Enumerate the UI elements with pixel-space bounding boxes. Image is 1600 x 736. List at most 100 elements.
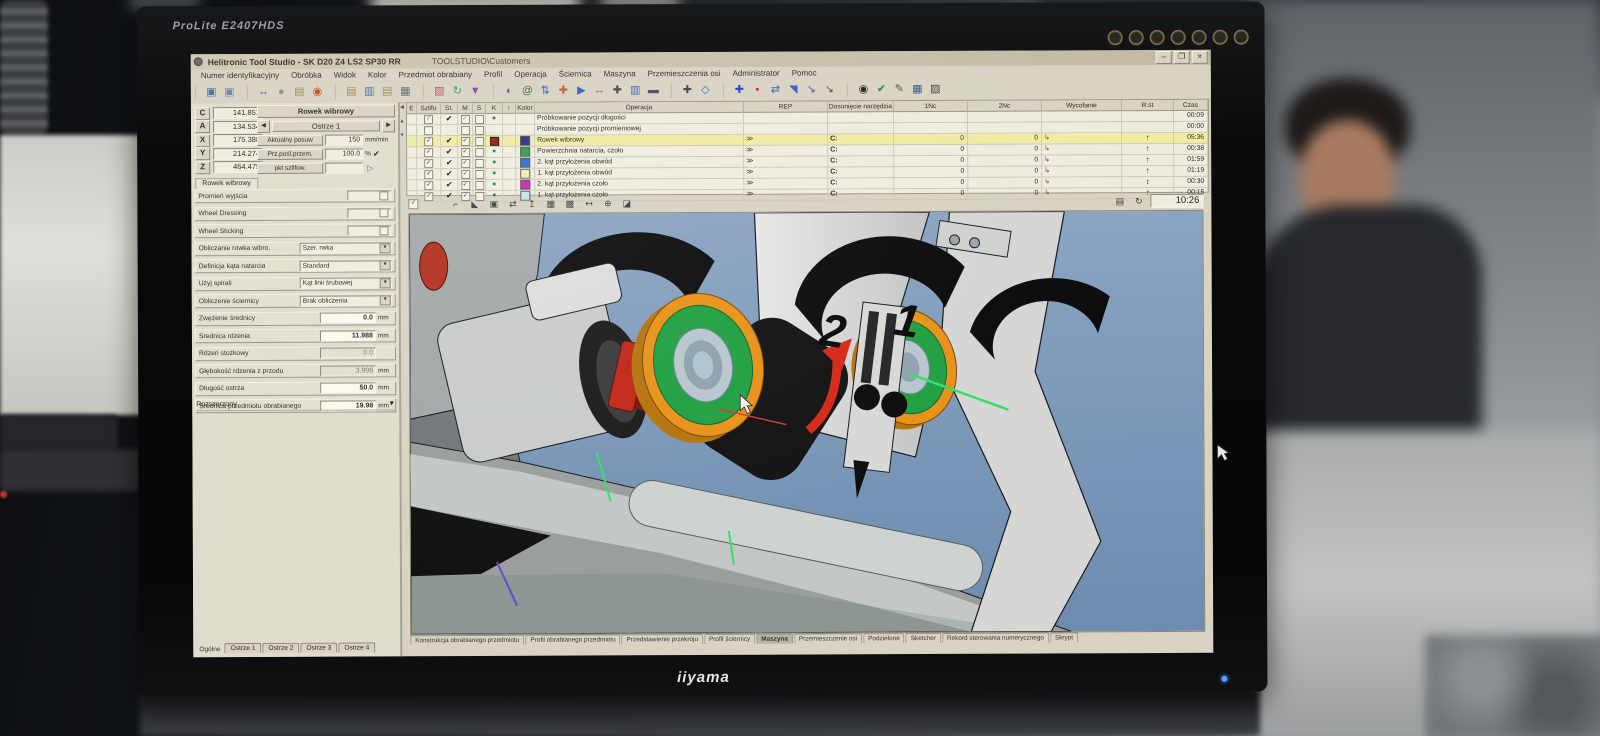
checkbox[interactable]: ✓ (461, 148, 470, 157)
cell-operacja[interactable]: Powierzchnia natarcia, czoło (535, 146, 744, 158)
toolbar-icon[interactable]: ◇ (698, 83, 713, 98)
checkbox[interactable] (474, 114, 483, 123)
toolbar-icon[interactable]: ▣ (222, 85, 237, 100)
checkbox[interactable]: ✓ (424, 181, 433, 190)
toolbar-icon[interactable]: ✚ (556, 84, 571, 99)
cell-operacja[interactable]: Próbkowanie pozycji długości (535, 113, 744, 125)
osd-button[interactable] (1171, 30, 1186, 45)
menu-item-7[interactable]: Ściernica (553, 69, 598, 78)
blade-tab-3[interactable]: Ostrze 3 (300, 643, 337, 653)
play-icon[interactable]: ▷ (367, 163, 373, 172)
toolbar-icon[interactable]: ⇄ (768, 83, 783, 98)
toolbar-icon[interactable]: ▨ (928, 82, 943, 97)
op-row-value[interactable]: 100.0 (325, 148, 363, 159)
osd-button[interactable] (1213, 30, 1228, 45)
checkbox[interactable]: ✓ (424, 148, 433, 157)
numeric-input[interactable]: 0.0 (320, 312, 376, 323)
checkbox[interactable] (475, 180, 484, 189)
viewport-tool-icon-7[interactable]: ↤ (581, 196, 596, 210)
toolbar-icon[interactable]: ✚ (680, 83, 695, 98)
viewport-right-icon-0[interactable]: ▤ (1112, 194, 1127, 208)
toolbar-icon[interactable]: ▤ (380, 84, 395, 99)
blade-tab-2[interactable]: Ostrze 2 (262, 643, 299, 653)
toolbar-icon[interactable]: ↘ (804, 82, 819, 97)
viewport-tool-icon-6[interactable]: ▩ (562, 196, 577, 210)
view-tab-4[interactable]: Maszyna (756, 634, 793, 644)
axis-button-Z[interactable]: Z (195, 161, 210, 174)
cell-s[interactable] (473, 114, 486, 125)
menu-item-5[interactable]: Profil (478, 70, 508, 79)
close-button[interactable]: × (1192, 51, 1208, 64)
checkbox[interactable] (461, 126, 470, 135)
blade-tab-4[interactable]: Ostrze 4 (338, 642, 375, 652)
toolbar-icon[interactable]: ▥ (628, 83, 643, 98)
checkbox[interactable] (475, 147, 484, 156)
toolbar-icon[interactable]: ▧ (432, 84, 447, 99)
blade-prev-button[interactable]: ◀ (257, 120, 270, 133)
op-row-button[interactable]: Prz.pośl.przem. (257, 149, 323, 160)
cell-m[interactable]: ✓ (458, 147, 473, 158)
axis-button-A[interactable]: A (195, 120, 210, 133)
toolbar-icon[interactable]: ◥ (786, 83, 801, 98)
checkbox[interactable] (379, 208, 388, 217)
viewport-checkbox[interactable]: ✓ (408, 199, 418, 209)
cell-szlifo[interactable] (417, 125, 441, 136)
numeric-input[interactable]: 50.0 (320, 382, 376, 393)
axis-button-C[interactable]: C (195, 107, 210, 120)
cell-s[interactable] (473, 158, 486, 169)
checkbox[interactable]: ✓ (424, 137, 433, 146)
checkbox[interactable] (475, 136, 484, 145)
osd-button[interactable] (1150, 30, 1165, 45)
dropdown[interactable]: Szer. rwka▼ (300, 242, 392, 253)
toolbar-icon[interactable]: ✎ (892, 82, 907, 97)
checkbox[interactable]: ✓ (461, 159, 470, 168)
expander-row[interactable]: Rozszerzony ▼ (196, 398, 395, 411)
checkbox[interactable] (379, 226, 388, 235)
checkbox[interactable]: ✓ (461, 170, 470, 179)
dropdown[interactable]: Standard▼ (300, 260, 392, 271)
op-row-button[interactable]: Aktualny posuw (257, 135, 323, 146)
general-tab-label[interactable]: Ogólne (196, 646, 223, 653)
menu-item-9[interactable]: Przemieszczenia osi (642, 69, 727, 78)
cell-s[interactable] (473, 180, 486, 191)
menu-item-4[interactable]: Przedmiot obrabiany (393, 70, 478, 79)
cell-operacja[interactable]: Próbkowanie pozycji promieniowej (535, 124, 744, 136)
checkbox[interactable]: ✓ (424, 159, 433, 168)
axis-button-X[interactable]: X (195, 134, 210, 147)
viewport-right-icon-1[interactable]: ↻ (1131, 194, 1146, 208)
menu-item-3[interactable]: Kolor (362, 70, 393, 79)
toolbar-icon[interactable]: ✔ (874, 82, 889, 97)
checkbox[interactable]: ✓ (424, 115, 433, 124)
toolbar-icon[interactable]: ↔ (256, 85, 271, 100)
toolbar-icon[interactable]: ▪ (750, 83, 765, 98)
viewport-tool-icon-5[interactable]: ▦ (543, 196, 558, 210)
viewport-tool-icon-3[interactable]: ⇄ (505, 196, 520, 210)
toolbar-icon[interactable]: ▼ (468, 84, 483, 99)
cell-operacja[interactable]: 2. kąt przyłożenia czoło (535, 179, 744, 191)
menu-item-1[interactable]: Obróbka (285, 71, 328, 80)
menu-item-0[interactable]: Numer identyfikacyjny (195, 71, 285, 80)
toolbar-icon[interactable]: ▶ (574, 83, 589, 98)
checkbox[interactable]: ✓ (461, 137, 470, 146)
osd-button[interactable] (1129, 30, 1144, 45)
checkbox[interactable]: ✓ (461, 181, 470, 190)
toolbar-icon[interactable]: ◉ (856, 82, 871, 97)
toolbar-icon[interactable]: ✚ (732, 83, 747, 98)
minimize-button[interactable]: – (1156, 51, 1172, 64)
cell-szlifo[interactable]: ✓ (417, 147, 441, 158)
cell-s[interactable] (473, 147, 486, 158)
cell-s[interactable] (473, 136, 486, 147)
view-tab-0[interactable]: Konstrukcja obrabianego przedmiotu (410, 635, 524, 645)
toolbar-icon[interactable]: ✚ (610, 83, 625, 98)
cell-szlifo[interactable]: ✓ (417, 114, 441, 125)
view-tab-2[interactable]: Przedstawienie przekroju (622, 634, 703, 644)
view-tab-1[interactable]: Profil obrabianego przedmiotu (525, 634, 620, 644)
view-tab-5[interactable]: Przemieszczenie osi (794, 633, 862, 643)
menu-item-2[interactable]: Widok (328, 70, 362, 79)
chevron-down-icon[interactable]: ▼ (380, 243, 391, 253)
view-tab-9[interactable]: Skrypt (1050, 632, 1078, 642)
viewport-tool-icon-9[interactable]: ◪ (619, 196, 634, 210)
osd-button[interactable] (1234, 30, 1249, 45)
restore-button[interactable]: ❐ (1174, 51, 1190, 64)
axis-button-Y[interactable]: Y (195, 147, 210, 160)
